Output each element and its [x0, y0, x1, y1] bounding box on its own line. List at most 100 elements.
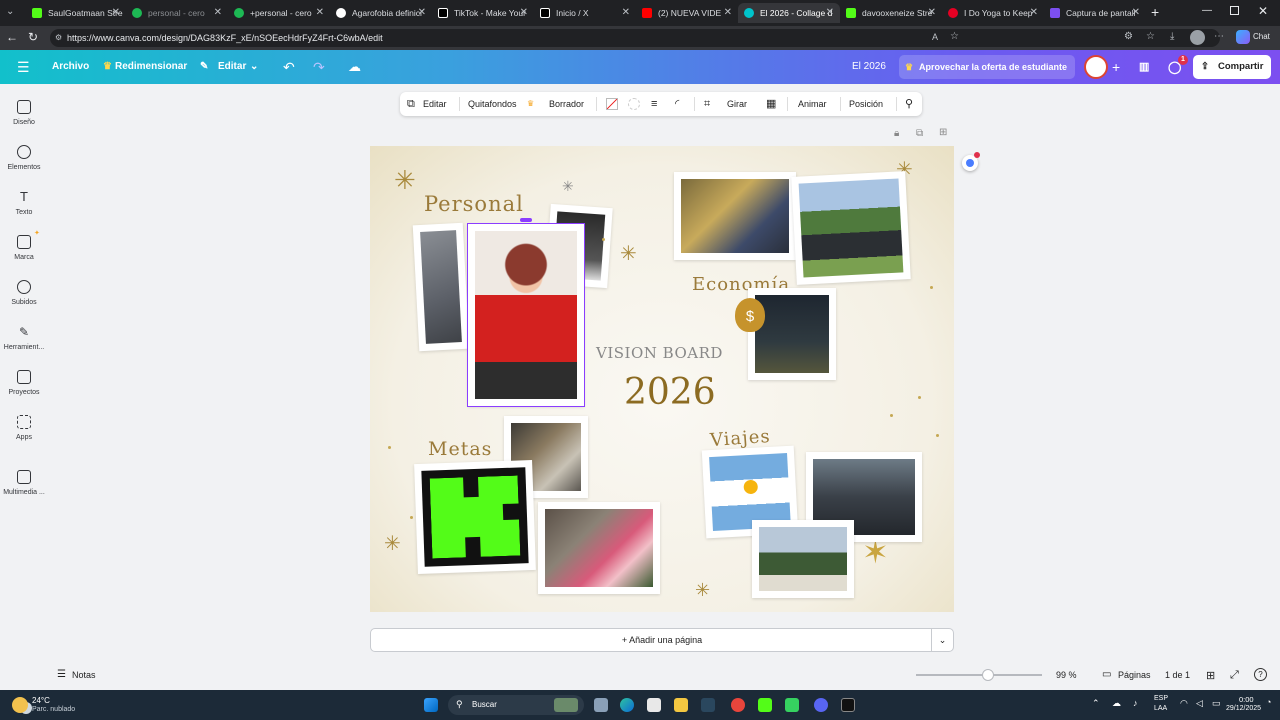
sidebar-item-subidos[interactable]: Subidos [0, 280, 48, 306]
transparency-icon[interactable]: ▦ [766, 92, 776, 116]
weather-temp[interactable]: 24°C [32, 696, 50, 705]
copilot-icon[interactable] [1236, 30, 1250, 44]
close-tab-icon[interactable]: ✕ [724, 7, 732, 18]
magic-assistant-icon[interactable] [962, 152, 980, 171]
paginas-button[interactable]: Páginas [1118, 670, 1151, 680]
share-button[interactable]: ⇪ Compartir [1193, 55, 1271, 79]
close-tab-icon[interactable]: ✕ [622, 7, 630, 18]
edge-icon[interactable] [620, 698, 634, 712]
title-year[interactable]: 2026 [624, 372, 716, 413]
document-title[interactable]: El 2026 [852, 50, 886, 84]
photo-city-night[interactable] [748, 288, 836, 380]
clock-time[interactable]: 0:00 [1239, 695, 1254, 704]
student-offer-button[interactable]: ♛ Aprovechar la oferta de estudiante [899, 55, 1075, 79]
extensions-puzzle-icon[interactable]: ⚙ [1124, 31, 1133, 42]
photo-city-monument[interactable] [752, 520, 854, 598]
bookmark-star-icon[interactable]: ☆ [950, 31, 959, 42]
steam-icon[interactable] [701, 698, 715, 712]
weather-desc[interactable]: Parc. nublado [32, 706, 75, 713]
close-tab-icon[interactable]: ✕ [1030, 7, 1038, 18]
photo-flowers[interactable] [538, 502, 660, 594]
label-metas[interactable]: Metas [428, 438, 492, 460]
discord-icon[interactable] [814, 698, 828, 712]
chat-label[interactable]: Chat [1253, 32, 1270, 41]
menu-hamburger-icon[interactable]: ☰ [17, 50, 30, 84]
zoom-level[interactable]: 99 % [1056, 670, 1077, 680]
undo-icon[interactable]: ↶ [283, 50, 295, 84]
user-avatar[interactable] [1084, 55, 1108, 79]
tray-expand-icon[interactable]: ⌃ [1092, 698, 1100, 709]
back-icon[interactable]: ← [6, 30, 18, 44]
photo-credit-cards[interactable] [674, 172, 796, 260]
task-view-icon[interactable] [594, 698, 608, 712]
tab-11[interactable]: Captura de pantall ✕ [1044, 3, 1146, 23]
wifi-icon[interactable]: ◠ [1180, 698, 1188, 709]
sidebar-item-marca[interactable]: Marca ✦ [0, 230, 48, 261]
animar-button[interactable]: Animar [798, 92, 827, 116]
label-personal[interactable]: Personal [424, 192, 524, 216]
epic-games-icon[interactable] [841, 698, 855, 712]
weather-icon[interactable] [12, 697, 28, 713]
editar-image-button[interactable]: Editar [423, 92, 447, 116]
file-explorer-icon[interactable] [674, 698, 688, 712]
onedrive-icon[interactable]: ☁ [1112, 698, 1121, 709]
favorites-icon[interactable]: ☆ [1146, 31, 1155, 42]
terminal-icon[interactable] [785, 698, 799, 712]
lock-icon[interactable]: 🔒︎ [894, 128, 899, 139]
translate-icon[interactable]: A [932, 32, 938, 42]
help-icon[interactable]: ? [1254, 668, 1267, 681]
crop-icon[interactable]: ⌗ [704, 92, 710, 116]
redo-icon[interactable]: ↷ [313, 50, 325, 84]
sidebar-item-proyectos[interactable]: Proyectos [0, 370, 48, 396]
posicion-button[interactable]: Posición [849, 92, 883, 116]
site-info-icon[interactable]: ⚙ [55, 29, 62, 47]
design-canvas[interactable]: ✳ ✳ ✳ ✳ ✳ ✳ ✶ Personal Economía $ VISION… [370, 146, 954, 612]
copy-style-icon[interactable]: ⚲ [905, 92, 913, 116]
close-window-icon[interactable]: ✕ [1258, 4, 1268, 18]
photo-gym-mirror[interactable] [412, 222, 470, 352]
corner-rounding-icon[interactable]: ◜ [675, 92, 679, 116]
cloud-save-icon[interactable]: ☁ [348, 50, 361, 84]
photo-black-car[interactable] [791, 171, 911, 285]
sidebar-item-elementos[interactable]: Elementos [0, 145, 48, 171]
close-tab-icon[interactable]: ✕ [214, 7, 222, 18]
zoom-slider-track[interactable] [916, 674, 1042, 676]
insights-chart-icon[interactable]: ▥ [1139, 50, 1149, 84]
maximize-icon[interactable] [1230, 6, 1239, 15]
sidebar-item-apps[interactable]: Apps [0, 415, 48, 441]
notifications-bell-icon[interactable]: ◔ [1266, 697, 1271, 707]
grid-view-icon[interactable]: ⊞ [1206, 669, 1215, 682]
title-vision-board[interactable]: VISION BOARD [596, 344, 723, 362]
tab-4[interactable]: Agarofobia definici ✕ [330, 3, 432, 23]
reload-icon[interactable]: ↻ [28, 30, 38, 44]
download-icon[interactable]: ⤓ [1170, 31, 1174, 42]
girar-button[interactable]: Girar [727, 92, 747, 116]
sidebar-item-multimedia[interactable]: Multimedia ... [0, 470, 48, 496]
new-tab-icon[interactable]: + [1151, 4, 1159, 20]
tab-6[interactable]: Inicio / X ✕ [534, 3, 636, 23]
add-collaborator-icon[interactable]: + [1112, 50, 1120, 84]
url-field[interactable]: ⚙ https://www.canva.com/design/DAG83KzF_… [50, 29, 1220, 47]
keyboard-layout[interactable]: LAA [1154, 705, 1167, 712]
language-indicator[interactable]: ESP [1154, 695, 1168, 702]
fullscreen-icon[interactable]: ⤢ [1230, 669, 1239, 682]
photo-kick-logo[interactable] [414, 459, 536, 575]
no-color-swatch[interactable] [606, 98, 618, 110]
redimensionar-button[interactable]: Redimensionar [115, 50, 187, 84]
chrome-icon[interactable] [731, 698, 745, 712]
taskbar-search[interactable]: ⚲ Buscar [448, 695, 584, 715]
sidebar-item-diseno[interactable]: Diseño [0, 100, 48, 126]
borrador-button[interactable]: Borrador [549, 92, 584, 116]
tab-10[interactable]: I Do Yoga to Keep ✕ [942, 3, 1044, 23]
windows-start-icon[interactable] [424, 698, 438, 712]
profile-avatar[interactable] [1190, 30, 1205, 45]
duplicate-page-icon[interactable]: ⧉ [916, 128, 923, 139]
quitafondos-button[interactable]: Quitafondos [468, 92, 517, 116]
kick-app-icon[interactable] [758, 698, 772, 712]
rotate-handle[interactable] [520, 218, 532, 222]
notas-button[interactable]: Notas [72, 670, 96, 680]
border-color-icon[interactable] [628, 98, 640, 110]
photo-selected-woman-hammer[interactable] [467, 218, 585, 407]
microphone-icon[interactable]: ♪ [1133, 698, 1138, 708]
border-style-icon[interactable]: ≡ [651, 92, 657, 116]
